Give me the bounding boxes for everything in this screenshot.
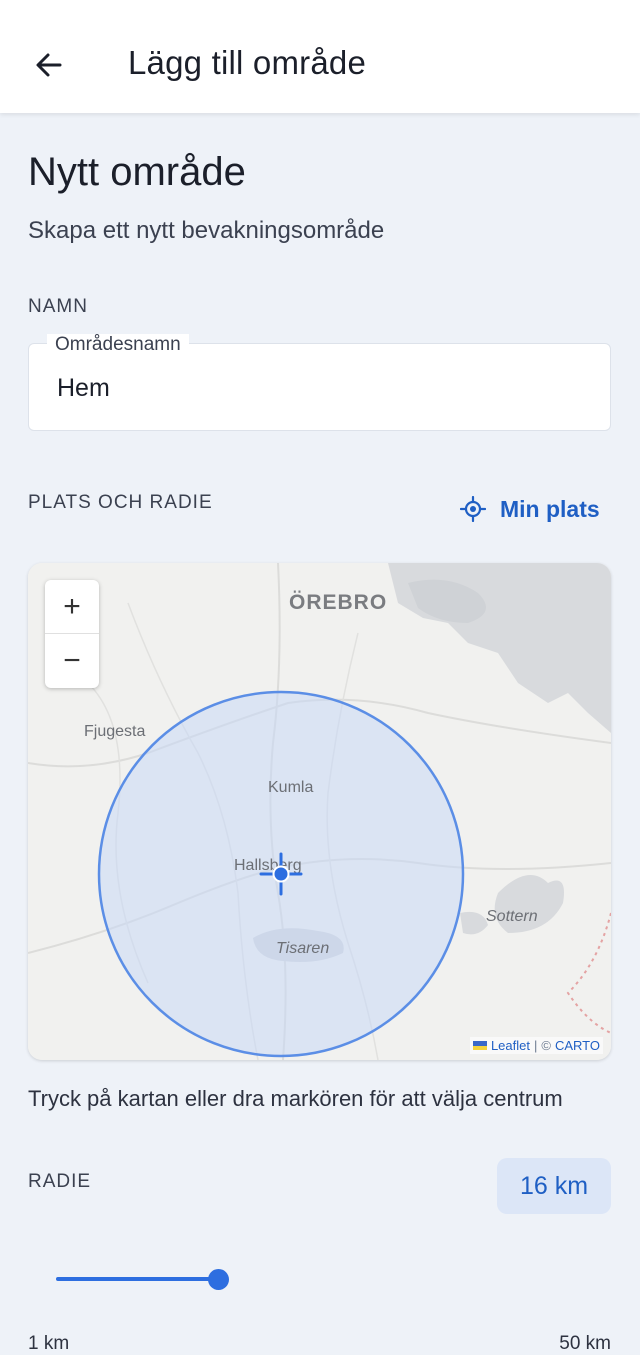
radius-slider[interactable]	[56, 1262, 586, 1296]
zoom-control: + −	[45, 580, 99, 688]
map-attribution: Leaflet | © CARTO	[469, 1037, 603, 1054]
carto-link[interactable]: CARTO	[555, 1038, 600, 1053]
area-name-field[interactable]: Områdesnamn	[28, 334, 611, 431]
radius-slider-track-fill	[56, 1277, 218, 1281]
attribution-copyright: ©	[541, 1038, 551, 1053]
map-label-sottern: Sottern	[486, 908, 538, 925]
ukraine-flag-icon	[472, 1041, 487, 1050]
map-label-kumla: Kumla	[268, 779, 314, 796]
map-label-orebro: ÖREBRO	[289, 591, 388, 614]
radius-section-label: RADIE	[28, 1171, 92, 1192]
map-hint: Tryck på kartan eller dra markören för a…	[28, 1086, 563, 1111]
map-label-fjugesta: Fjugesta	[84, 723, 146, 740]
zoom-out-button[interactable]: −	[45, 634, 99, 688]
app-bar: Lägg till område	[0, 0, 640, 113]
map-label-tisaren: Tisaren	[276, 940, 330, 957]
name-section-label: NAMN	[28, 296, 88, 317]
my-location-label: Min plats	[500, 495, 600, 522]
page-title: Nytt område	[28, 150, 246, 194]
area-name-field-label: Områdesnamn	[47, 334, 189, 356]
radius-value-badge: 16 km	[497, 1158, 611, 1214]
crosshair-marker-icon[interactable]	[259, 852, 303, 896]
my-location-button[interactable]: Min plats	[460, 493, 600, 525]
zoom-in-button[interactable]: +	[45, 580, 99, 634]
attribution-separator: |	[533, 1038, 538, 1053]
app-bar-title: Lägg till område	[128, 44, 367, 81]
crosshair-location-icon	[460, 496, 486, 522]
page-subtitle: Skapa ett nytt bevakningsområde	[28, 217, 385, 244]
area-name-input[interactable]	[57, 370, 577, 406]
radius-min-label: 1 km	[28, 1333, 70, 1354]
arrow-left-icon	[36, 53, 62, 77]
map-view[interactable]: ÖREBRO Fjugesta Kumla Hallsberg Sottern …	[28, 563, 611, 1060]
location-section-label: PLATS OCH RADIE	[28, 492, 213, 513]
leaflet-link[interactable]: Leaflet	[491, 1038, 530, 1053]
radius-max-label: 50 km	[559, 1333, 611, 1354]
map-tiles	[28, 563, 611, 1060]
radius-slider-thumb[interactable]	[208, 1269, 229, 1290]
back-button[interactable]	[22, 38, 76, 92]
